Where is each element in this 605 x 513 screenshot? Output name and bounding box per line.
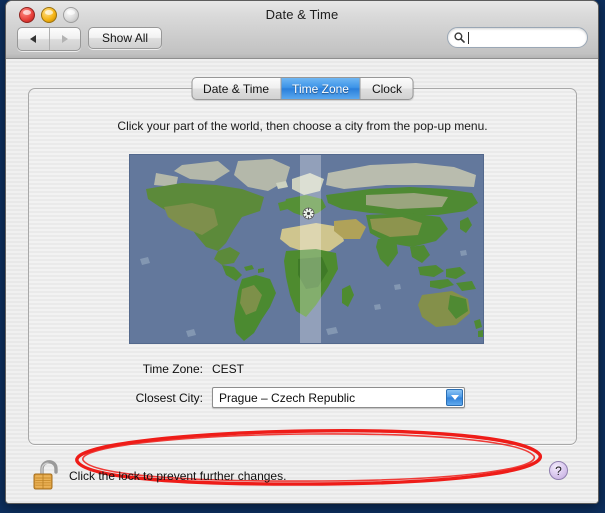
search-field[interactable]	[447, 27, 588, 48]
world-map[interactable]	[129, 154, 484, 344]
tab-clock[interactable]: Clock	[359, 78, 413, 99]
show-all-label: Show All	[102, 31, 149, 45]
forward-button[interactable]	[48, 28, 81, 50]
window-body: Date & Time Time Zone Clock Click your p…	[6, 59, 598, 503]
back-button[interactable]	[18, 28, 49, 50]
tab-time-zone-label: Time Zone	[292, 81, 349, 96]
window-title: Date & Time	[265, 7, 339, 22]
closest-city-row: Closest City: Prague – Czech Republic	[29, 387, 576, 408]
tab-time-zone[interactable]: Time Zone	[280, 78, 360, 99]
window-titlebar: Date & Time Show All	[6, 1, 598, 59]
timezone-label: Time Zone:	[142, 362, 203, 376]
world-map-graphic	[130, 155, 483, 343]
navigation-segmented-control	[17, 27, 81, 51]
closest-city-popup[interactable]: Prague – Czech Republic	[212, 387, 465, 408]
tab-strip: Date & Time Time Zone Clock	[191, 77, 414, 100]
lock-row: Click the lock to prevent further change…	[6, 447, 598, 503]
search-icon	[454, 32, 465, 43]
open-padlock-icon[interactable]	[32, 460, 60, 492]
chevron-down-icon[interactable]	[446, 389, 463, 406]
search-text-cursor	[468, 31, 469, 44]
instructions-text: Click your part of the world, then choos…	[117, 119, 488, 133]
tab-date-time-label: Date & Time	[203, 81, 270, 96]
timezone-row: Time Zone: CEST	[29, 362, 576, 376]
tab-clock-label: Clock	[371, 81, 402, 96]
tab-panel-box: Date & Time Time Zone Clock Click your p…	[28, 77, 577, 445]
closest-city-label: Closest City:	[135, 390, 203, 405]
lock-message: Click the lock to prevent further change…	[69, 469, 287, 483]
date-time-preferences-window: Date & Time Show All Date & Time Time Zo…	[5, 0, 599, 504]
timezone-value: CEST	[212, 362, 245, 376]
closest-city-popup-value: Prague – Czech Republic	[219, 390, 356, 405]
search-input[interactable]	[470, 31, 575, 44]
show-all-button[interactable]: Show All	[88, 27, 163, 49]
tab-date-time[interactable]: Date & Time	[192, 78, 280, 99]
forward-arrow-icon	[61, 35, 68, 43]
back-arrow-icon	[30, 35, 37, 43]
